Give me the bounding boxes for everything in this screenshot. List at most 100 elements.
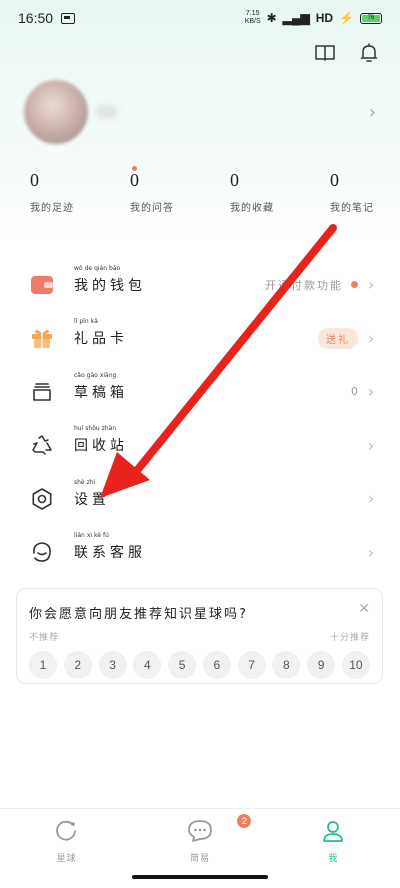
menu-list: wǒ de qián bāo 我的钱包 开通付款功能 › lǐ pǐn kǎ 礼… (0, 258, 400, 579)
menu-item-customer-service[interactable]: lián xì kè fú 联系客服 › (0, 526, 400, 580)
pinyin-syllable: gǎo (86, 371, 98, 379)
survey-option-2[interactable]: 2 (63, 651, 92, 679)
network-speed-unit: KB/S (244, 18, 261, 25)
menu-item-wallet[interactable]: wǒ de qián bāo 我的钱包 开通付款功能 › (0, 258, 400, 312)
wallet-icon (30, 273, 54, 297)
book-icon[interactable] (314, 42, 336, 64)
pinyin: wǒ de qián bāo (74, 265, 120, 272)
chevron-right-icon: › (367, 435, 375, 455)
pinyin-syllable: lián (74, 532, 85, 540)
chevron-right-icon: › (367, 328, 375, 348)
settings-icon (30, 487, 54, 511)
drafts-icon (30, 380, 54, 404)
chevron-right-icon: › (367, 275, 375, 295)
bell-icon[interactable] (358, 42, 380, 64)
survey-question: 你会愿意向朋友推荐知识星球吗? (29, 607, 248, 622)
username-blurred (96, 105, 118, 119)
survey-option-5[interactable]: 5 (168, 651, 197, 679)
network-speed-value: 7.15 (245, 10, 260, 17)
stat-label: 我的笔记 (330, 203, 374, 214)
stat-favorites[interactable]: 0 我的收藏 (200, 170, 300, 214)
bluetooth-icon: ✱ (266, 11, 277, 25)
stat-value: 0 (230, 170, 239, 190)
survey-option-4[interactable]: 4 (133, 651, 162, 679)
home-indicator (132, 875, 268, 879)
survey-option-8[interactable]: 8 (272, 651, 301, 679)
drafts-count: 0 (351, 385, 358, 399)
stat-notes[interactable]: 0 我的笔记 (300, 170, 400, 214)
chevron-right-icon: › (367, 542, 375, 562)
menu-item-recycle-bin[interactable]: huí shōu zhàn 回收站 › (0, 419, 400, 473)
pinyin: shè zhì (74, 479, 95, 486)
stat-value: 0 (30, 170, 39, 190)
profile-icon (321, 819, 345, 847)
menu-label: 我的钱包 (74, 277, 146, 294)
message-icon (187, 819, 213, 847)
survey-option-7[interactable]: 7 (237, 651, 266, 679)
avatar[interactable] (24, 80, 88, 144)
send-gift-badge[interactable]: 送礼 (318, 327, 358, 349)
menu-item-drafts[interactable]: cǎo gǎo xiāng 草稿箱 0 › (0, 365, 400, 419)
tab-me[interactable]: 我 (267, 809, 400, 888)
survey-option-6[interactable]: 6 (202, 651, 231, 679)
menu-label: 回收站 (74, 438, 128, 455)
tab-label: 简易 (189, 854, 210, 864)
menu-label: 礼品卡 (74, 331, 128, 348)
pinyin-syllable: pǐn (79, 318, 89, 326)
nps-survey-card: 你会愿意向朋友推荐知识星球吗? ✕ 不推荐 十分推荐 1 2 3 4 5 6 7… (16, 588, 383, 684)
gift-icon (30, 326, 54, 350)
notification-icon (61, 12, 76, 24)
unread-badge: 2 (237, 814, 252, 828)
menu-item-gift-card[interactable]: lǐ pǐn kǎ 礼品卡 送礼 › (0, 312, 400, 366)
chevron-right-icon: › (367, 382, 375, 402)
pinyin-syllable: zhì (86, 478, 96, 486)
status-indicators: 7.15 KB/S ✱ ▂▄▆ HD ⚡ 76 (245, 10, 382, 26)
signal-icon: ▂▄▆ (282, 11, 310, 25)
recycle-icon (30, 433, 54, 457)
menu-label: 联系客服 (74, 545, 146, 562)
pinyin-syllable: huí (74, 425, 84, 433)
battery-icon: 76 (360, 12, 382, 24)
pinyin-syllable: de (84, 264, 93, 272)
survey-option-1[interactable]: 1 (29, 651, 57, 679)
pinyin-syllable: fú (103, 532, 109, 540)
menu-label: 设置 (74, 491, 110, 508)
new-dot (351, 281, 358, 289)
stat-qa[interactable]: 0 我的问答 (100, 170, 200, 214)
pinyin-syllable: zhàn (101, 425, 117, 433)
tab-label: 我 (328, 854, 339, 864)
battery-level: 76 (362, 14, 380, 22)
stat-footprints[interactable]: 0 我的足迹 (0, 170, 100, 214)
pinyin-syllable: wǒ (74, 264, 83, 272)
tab-planet[interactable]: 星球 (0, 809, 133, 888)
pinyin-syllable: bāo (109, 264, 121, 272)
new-dot (132, 166, 137, 171)
pinyin-syllable: lǐ (74, 318, 78, 326)
survey-low-label: 不推荐 (29, 633, 60, 643)
survey-option-9[interactable]: 9 (307, 651, 336, 679)
pinyin-syllable: xì (86, 532, 93, 540)
stat-value: 0 (330, 170, 339, 190)
pinyin: huí shōu zhàn (74, 425, 116, 432)
pinyin: cǎo gǎo xiāng (74, 372, 116, 379)
pinyin-syllable: cǎo (74, 371, 85, 379)
survey-option-3[interactable]: 3 (98, 651, 127, 679)
pinyin-syllable: kǎ (90, 318, 98, 326)
network-speed: 7.15 KB/S (245, 10, 261, 26)
survey-option-10[interactable]: 10 (341, 651, 370, 679)
profile-header[interactable]: › (24, 80, 376, 144)
close-icon[interactable]: ✕ (358, 601, 370, 617)
pinyin-syllable: shè (74, 478, 85, 486)
survey-high-label: 十分推荐 (329, 633, 370, 643)
wallet-promo: 开通付款功能 (265, 278, 343, 292)
stat-label: 我的问答 (130, 203, 174, 214)
tab-label: 星球 (56, 854, 77, 864)
pinyin-syllable: shōu (85, 425, 100, 433)
stat-label: 我的收藏 (230, 203, 274, 214)
status-bar: 16:50 7.15 KB/S ✱ ▂▄▆ HD ⚡ 76 (0, 0, 400, 36)
stats-row: 0 我的足迹 0 我的问答 0 我的收藏 0 我的笔记 (0, 166, 400, 214)
customer-service-icon (30, 540, 54, 564)
menu-item-settings[interactable]: shè zhì 设置 › (0, 472, 400, 526)
network-type: HD (315, 11, 334, 25)
top-actions (314, 42, 380, 64)
